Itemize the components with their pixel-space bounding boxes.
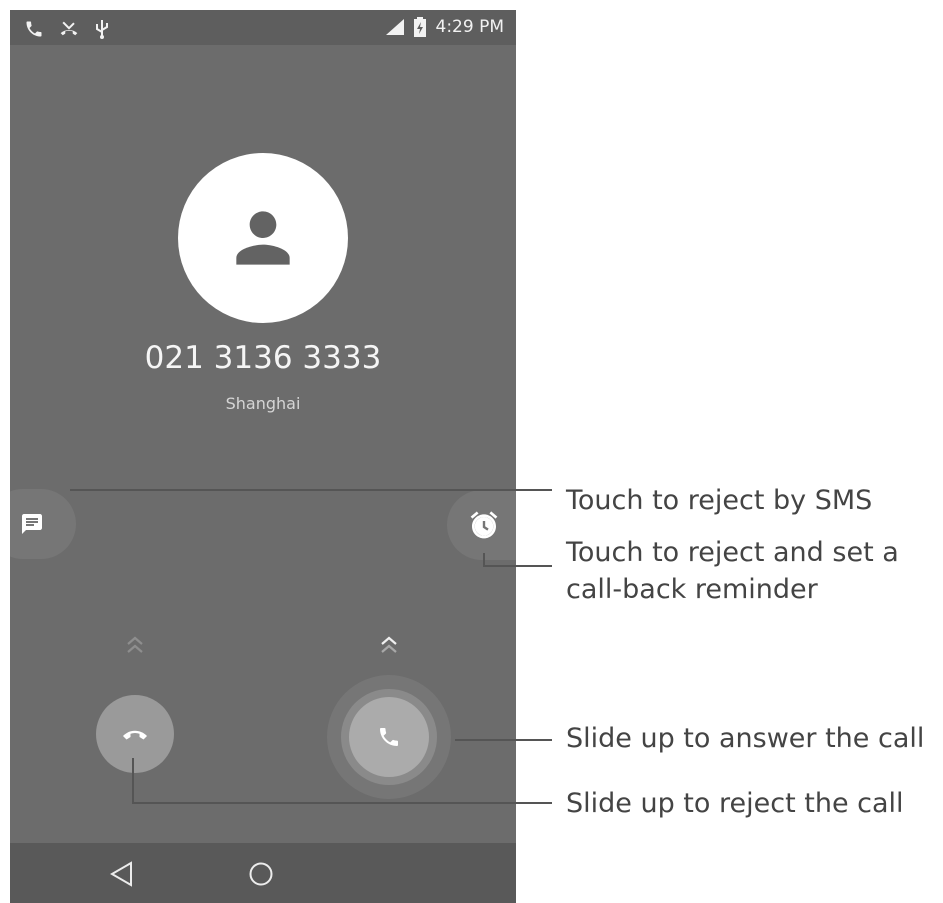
callout-reminder-line1: Touch to reject and set a (566, 537, 899, 568)
callout-lines (70, 489, 552, 804)
reject-callout-line (132, 758, 552, 804)
callout-sms: Touch to reject by SMS (566, 485, 873, 516)
callout-reject: Slide up to reject the call (566, 788, 904, 819)
callout-answer: Slide up to answer the call (566, 723, 925, 754)
reminder-callout-line (483, 553, 552, 567)
callout-reminder-line2: call-back reminder (566, 574, 818, 605)
